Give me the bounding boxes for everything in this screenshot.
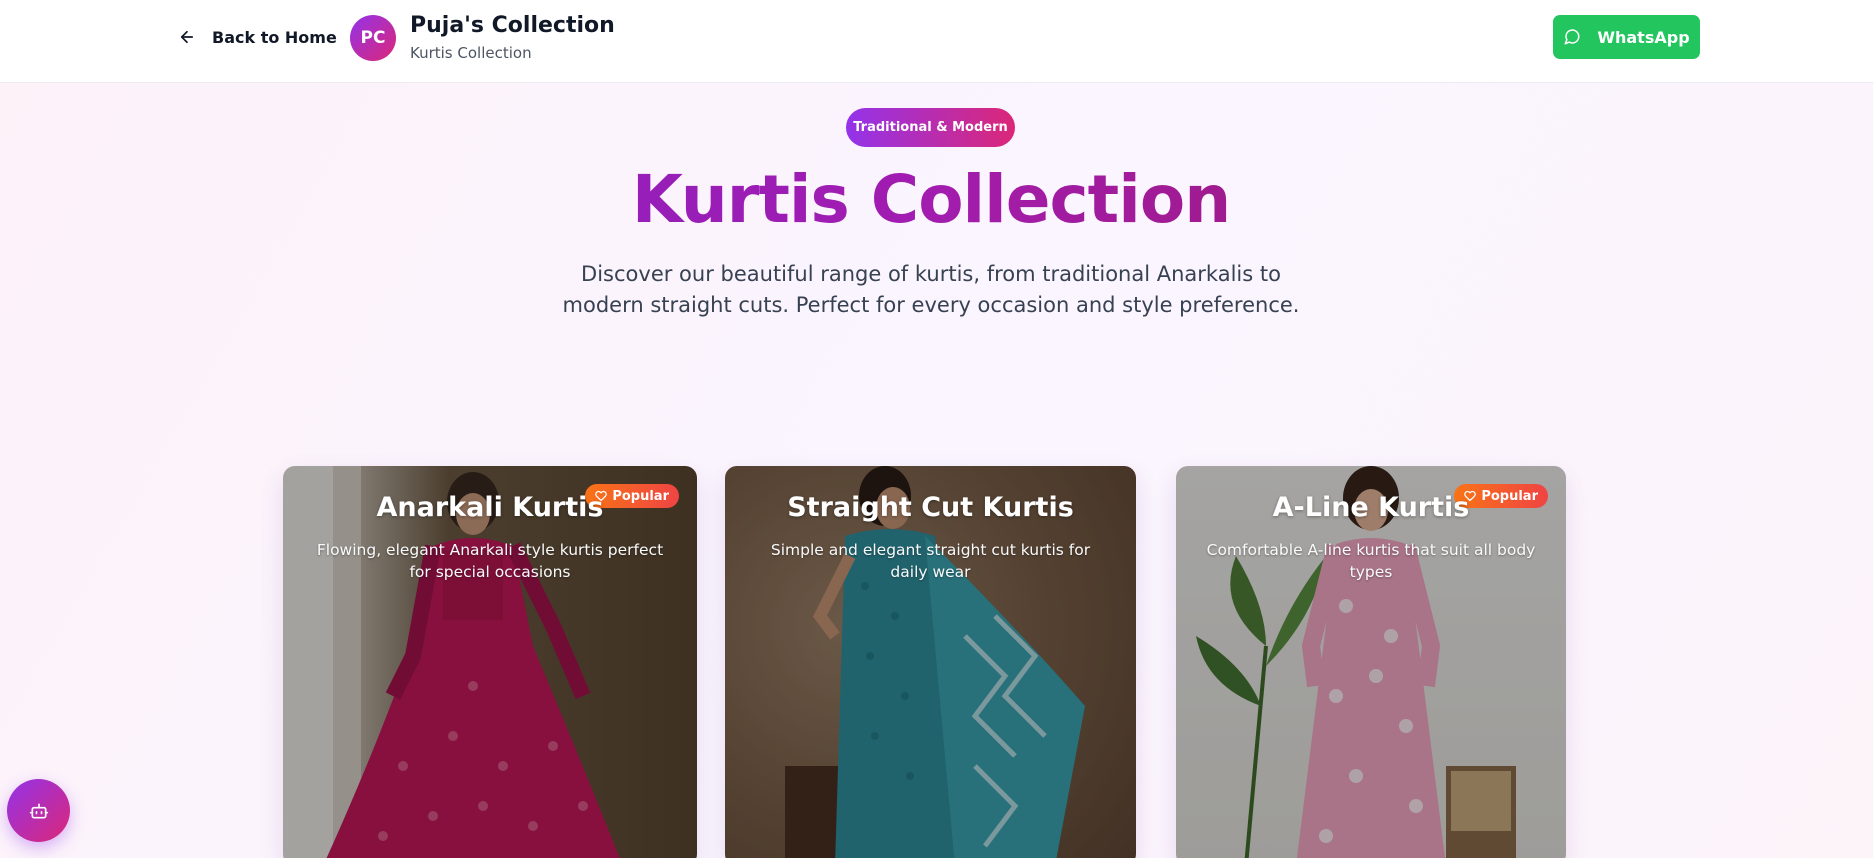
card-overlay (1176, 466, 1566, 858)
card-title: Anarkali Kurtis (376, 492, 604, 523)
chatbot-button[interactable] (7, 779, 70, 842)
arrow-left-icon (180, 30, 194, 44)
logo-initials: PC (360, 28, 386, 48)
message-circle-icon (1564, 29, 1580, 45)
card-description: Comfortable A-line kurtis that suit all … (1206, 541, 1536, 581)
category-card-a-line[interactable]: Popular A-Line Kurtis Comfortable A-line… (1176, 466, 1566, 858)
back-to-home-link[interactable]: Back to Home (178, 24, 337, 50)
category-badge: Traditional & Modern (846, 108, 1015, 147)
bot-icon (29, 803, 48, 818)
card-description: Simple and elegant straight cut kurtis f… (770, 541, 1091, 581)
whatsapp-button[interactable]: WhatsApp (1553, 15, 1700, 59)
card-overlay (725, 466, 1136, 858)
hero-description: Discover our beautiful range of kurtis, … (562, 262, 1300, 317)
category-card-anarkali[interactable]: Popular Anarkali Kurtis Flowing, elegant… (283, 466, 697, 858)
card-title: A-Line Kurtis (1272, 492, 1470, 523)
brand-subtitle: Kurtis Collection (410, 44, 532, 62)
whatsapp-label: WhatsApp (1597, 27, 1690, 47)
card-title: Straight Cut Kurtis (787, 492, 1074, 523)
page-title: Kurtis Collection (0, 158, 1862, 242)
card-overlay (283, 466, 697, 858)
card-description: Flowing, elegant Anarkali style kurtis p… (316, 541, 664, 581)
site-header: Back to Home PC Puja's Collection Kurtis… (0, 0, 1873, 83)
brand-logo: PC (350, 15, 396, 61)
brand-name: Puja's Collection (410, 13, 615, 38)
category-card-straight-cut[interactable]: Straight Cut Kurtis Simple and elegant s… (725, 466, 1136, 858)
back-link-label: Back to Home (212, 27, 337, 47)
